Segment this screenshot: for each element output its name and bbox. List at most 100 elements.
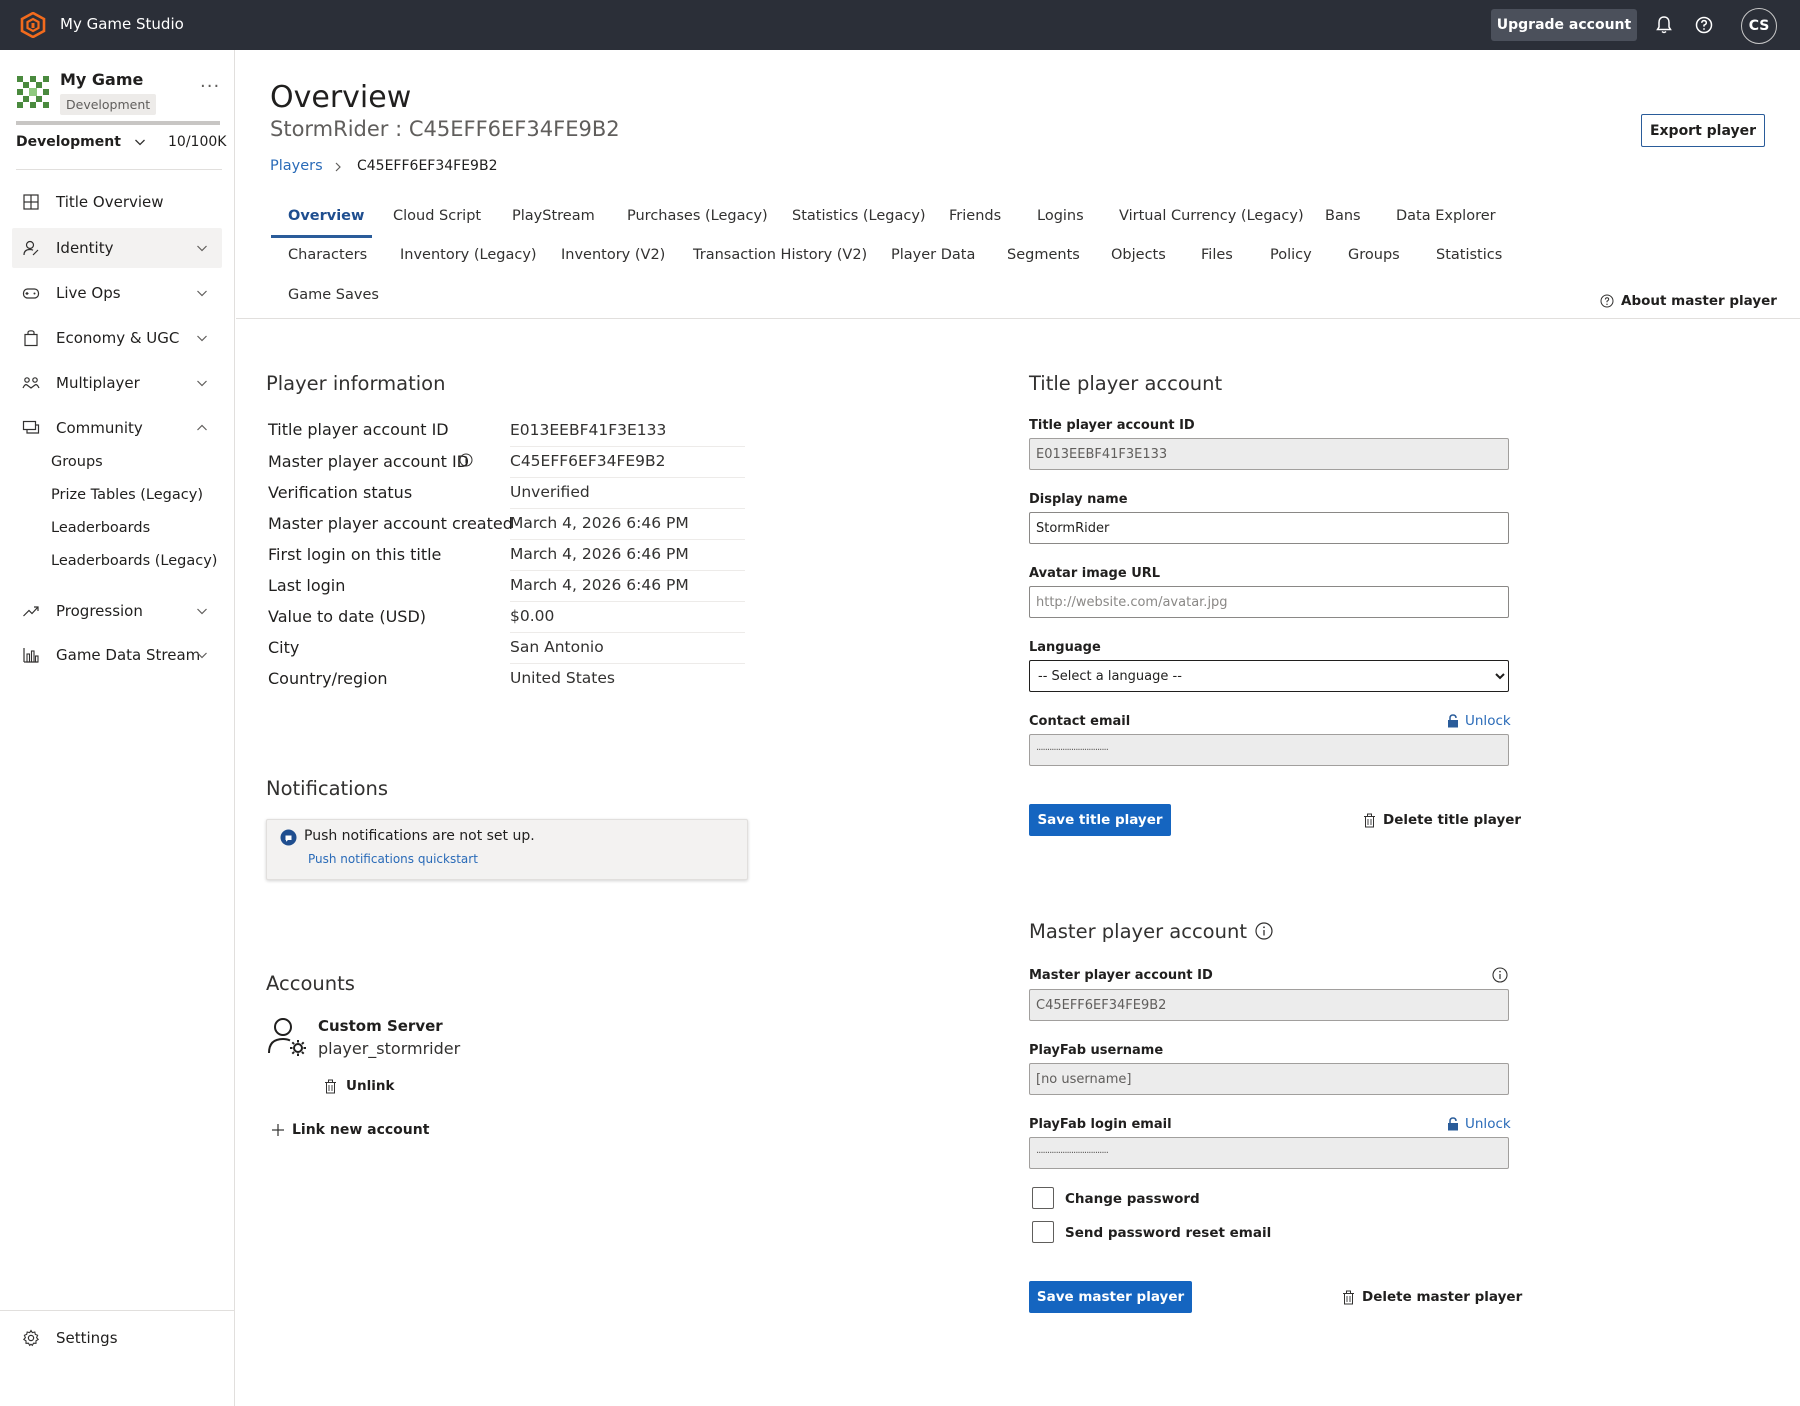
tab-game-saves[interactable]: Game Saves — [288, 287, 379, 303]
sidebar-divider — [16, 169, 222, 170]
sidebar-item-label: Game Data Stream — [56, 646, 201, 664]
app-title[interactable]: My Game Studio — [60, 15, 184, 33]
sidebar-item-label: Progression — [56, 602, 143, 620]
help-icon[interactable] — [1693, 14, 1715, 36]
row-divider — [510, 446, 745, 447]
chevron-down-icon — [134, 139, 145, 146]
tab-statistics[interactable]: Statistics — [1436, 247, 1502, 263]
sidebar-item-progression[interactable]: Progression — [12, 591, 222, 631]
change-password-checkbox[interactable] — [1032, 1187, 1054, 1209]
send-reset-email-checkbox[interactable] — [1032, 1221, 1054, 1243]
tab-files[interactable]: Files — [1201, 247, 1233, 263]
info-value: $0.00 — [510, 607, 555, 625]
sidebar-subitem-prize-tables[interactable]: Prize Tables (Legacy) — [51, 487, 203, 503]
account-type: Custom Server — [318, 1017, 443, 1035]
trend-icon — [23, 606, 39, 617]
tab-playstream[interactable]: PlayStream — [512, 208, 595, 224]
export-player-button[interactable]: Export player — [1641, 114, 1765, 147]
master-player-id-field[interactable] — [1029, 989, 1509, 1021]
tab-player-data[interactable]: Player Data — [891, 247, 975, 263]
notification-banner: Push notifications are not set up. Push … — [266, 819, 748, 880]
tab-purchases-legacy[interactable]: Purchases (Legacy) — [627, 208, 768, 224]
tab-overview[interactable]: Overview — [288, 208, 364, 224]
tab-inventory-v2[interactable]: Inventory (V2) — [561, 247, 665, 263]
sidebar-subitem-leaderboards-legacy[interactable]: Leaderboards (Legacy) — [51, 553, 217, 569]
tab-objects[interactable]: Objects — [1111, 247, 1166, 263]
sidebar-item-identity[interactable]: Identity — [12, 228, 222, 268]
playfab-login-email-field[interactable] — [1029, 1137, 1509, 1169]
about-master-player-link[interactable]: About master player — [1600, 293, 1777, 309]
delete-master-player-button[interactable]: Delete master player — [1342, 1289, 1522, 1305]
identity-icon — [23, 240, 39, 256]
sidebar-item-community[interactable]: Community — [12, 408, 222, 448]
info-label: Last login — [268, 576, 346, 595]
link-new-account-button[interactable]: Link new account — [271, 1122, 429, 1138]
tab-segments[interactable]: Segments — [1007, 247, 1080, 263]
sidebar-item-game-data-stream[interactable]: Game Data Stream — [12, 635, 222, 675]
breadcrumb-players-link[interactable]: Players — [270, 158, 323, 174]
send-reset-email-label: Send password reset email — [1065, 1225, 1272, 1241]
save-master-player-button[interactable]: Save master player — [1029, 1281, 1192, 1313]
save-title-player-button[interactable]: Save title player — [1029, 804, 1171, 836]
info-label: First login on this title — [268, 545, 442, 564]
info-icon[interactable] — [1255, 922, 1273, 940]
tab-statistics-legacy[interactable]: Statistics (Legacy) — [792, 208, 926, 224]
more-options-button[interactable]: ··· — [200, 76, 220, 97]
sidebar-item-multiplayer[interactable]: Multiplayer — [12, 363, 222, 403]
display-name-field[interactable] — [1029, 512, 1509, 544]
people-icon — [22, 377, 40, 389]
tab-groups[interactable]: Groups — [1348, 247, 1400, 263]
upgrade-account-button[interactable]: Upgrade account — [1491, 9, 1637, 41]
language-label: Language — [1029, 640, 1101, 655]
environment-select-label: Development — [16, 134, 121, 150]
info-icon[interactable] — [1492, 967, 1508, 983]
tab-bans[interactable]: Bans — [1325, 208, 1361, 224]
push-notifications-quickstart-link[interactable]: Push notifications quickstart — [308, 852, 478, 866]
sidebar-item-title-overview[interactable]: Title Overview — [12, 182, 222, 222]
tab-friends[interactable]: Friends — [949, 208, 1001, 224]
sidebar-divider — [0, 1310, 234, 1311]
tab-logins[interactable]: Logins — [1037, 208, 1084, 224]
title-player-id-field[interactable] — [1029, 438, 1509, 470]
tab-inventory-legacy[interactable]: Inventory (Legacy) — [400, 247, 537, 263]
logo-icon[interactable] — [20, 12, 46, 38]
row-divider — [510, 539, 745, 540]
tab-cloud-script[interactable]: Cloud Script — [393, 208, 481, 224]
unlock-contact-email-link[interactable]: Unlock — [1447, 713, 1511, 729]
avatar[interactable]: CS — [1741, 8, 1777, 44]
environment-select[interactable]: Development — [16, 134, 146, 150]
tab-policy[interactable]: Policy — [1270, 247, 1312, 263]
row-divider — [510, 663, 745, 664]
grid-icon — [23, 194, 39, 210]
sidebar-subitem-leaderboards[interactable]: Leaderboards — [51, 520, 150, 536]
playfab-username-label: PlayFab username — [1029, 1043, 1164, 1058]
chevron-down-icon — [197, 652, 207, 659]
tab-data-explorer[interactable]: Data Explorer — [1396, 208, 1496, 224]
unlink-button[interactable]: Unlink — [324, 1078, 394, 1094]
sidebar-item-economy-ugc[interactable]: Economy & UGC — [12, 318, 222, 358]
bell-icon[interactable] — [1653, 14, 1675, 36]
tab-characters[interactable]: Characters — [288, 247, 367, 263]
avatar-url-field[interactable] — [1029, 586, 1509, 618]
contact-email-field[interactable] — [1029, 734, 1509, 766]
playfab-username-field[interactable] — [1029, 1063, 1509, 1095]
info-value: Unverified — [510, 483, 590, 501]
unlock-login-email-link[interactable]: Unlock — [1447, 1116, 1511, 1132]
master-player-account-heading: Master player account — [1029, 920, 1273, 943]
info-label: Country/region — [268, 669, 388, 688]
sidebar-subitem-groups[interactable]: Groups — [51, 454, 103, 470]
sidebar-item-label: Economy & UGC — [56, 329, 180, 347]
sidebar-item-settings[interactable]: Settings — [12, 1318, 222, 1358]
row-divider — [510, 508, 745, 509]
sidebar-item-live-ops[interactable]: Live Ops — [12, 273, 222, 313]
game-name[interactable]: My Game — [60, 70, 143, 89]
info-icon[interactable] — [459, 453, 473, 467]
tab-transaction-history-v2[interactable]: Transaction History (V2) — [693, 247, 867, 263]
sidebar-item-label: Identity — [56, 239, 114, 257]
sidebar-item-label: Title Overview — [56, 193, 164, 211]
tab-virtual-currency-legacy[interactable]: Virtual Currency (Legacy) — [1119, 208, 1304, 224]
display-name-label: Display name — [1029, 492, 1128, 507]
delete-title-player-button[interactable]: Delete title player — [1363, 812, 1521, 828]
info-value: United States — [510, 669, 615, 687]
language-select[interactable]: -- Select a language -- — [1029, 660, 1509, 692]
